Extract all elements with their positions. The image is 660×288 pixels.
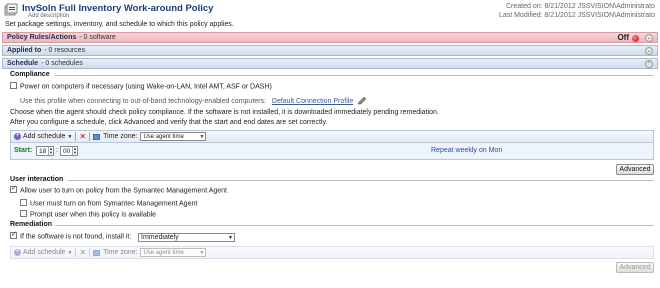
oob-label: Use this profile when connecting to out-… [20,97,266,105]
expand-icon[interactable]: ⌄ [645,47,653,55]
time-colon: : [56,147,58,154]
compliance-info-2: After you configure a schedule, click Ad… [10,119,328,126]
toolbar-separator [75,248,77,257]
remediation-add-schedule-button[interactable]: + Add schedule ▼ [14,249,72,256]
oob-row: Use this profile when connecting to out-… [20,96,367,105]
remediation-heading: Remediation [10,221,53,228]
status-off-icon[interactable] [632,35,639,42]
policy-rules-bar[interactable]: Policy Rules/Actions - 0 software Off ⌄ [2,32,658,43]
time-zone-icon [93,133,101,140]
remediation-advanced-button[interactable]: Advanced [616,262,654,273]
remediation-time-zone-select[interactable]: Use agent time ▼ [140,248,207,257]
policy-icon [4,3,18,16]
user-must-checkbox[interactable] [20,199,27,206]
dropdown-arrow-icon: ▼ [199,133,205,140]
schedule-bar[interactable]: Schedule - 0 schedules ⌃ [2,58,658,69]
toolbar-separator [89,132,91,141]
remediation-toolbar: + Add schedule ▼ ✕ Time zone: Use agent … [10,246,654,259]
collapse-icon[interactable]: ⌃ [645,60,653,68]
spinner-arrows-icon[interactable]: ▲ ▼ [72,147,77,155]
schedule-toolbar: + Add schedule ▼ ✕ Time zone: Use agent … [10,130,654,143]
expand-icon[interactable]: ⌄ [645,34,653,42]
delete-schedule-icon[interactable]: ✕ [79,248,86,257]
prompt-user-row: Prompt user when this policy is availabl… [20,210,157,219]
allow-user-checkbox[interactable] [10,184,17,193]
applied-to-bar[interactable]: Applied to - 0 resources ⌄ [2,45,658,56]
repeat-summary-link[interactable]: Repeat weekly on Mon [431,147,502,154]
user-must-label: User must turn on from Symantec Manageme… [30,200,198,208]
time-zone-value: Use agent time [143,133,184,140]
install-checkbox[interactable] [10,230,17,239]
time-zone-select[interactable]: Use agent time ▼ [140,132,207,141]
advanced-button[interactable]: Advanced [616,164,654,175]
add-description-link[interactable]: Add description [28,13,69,19]
time-zone-label: Time zone: [103,133,138,140]
section-divider [55,225,654,226]
policy-rules-count: - 0 software [79,34,116,41]
dropdown-arrow-icon: ▼ [199,249,205,256]
dropdown-arrow-icon: ▼ [228,234,233,241]
remediation-time-zone-label: Time zone: [103,249,138,256]
spinner-arrows-icon[interactable]: ▲ ▼ [48,147,53,155]
dropdown-arrow-icon: ▼ [67,249,73,256]
compliance-heading: Compliance [10,71,50,78]
applied-to-label: Applied to [7,47,42,54]
add-icon: + [14,133,21,140]
start-hour-spinner[interactable]: 18 ▲ ▼ [36,146,54,156]
applied-to-count: - 0 resources [44,47,86,54]
install-timing-value: Immediately [141,234,179,241]
start-label: Start: [14,147,33,154]
user-must-row: User must turn on from Symantec Manageme… [20,199,198,208]
policy-rules-label: Policy Rules/Actions [7,34,77,41]
time-zone-icon [93,249,101,256]
default-connection-profile-link[interactable]: Default Connection Profile [272,98,353,105]
edit-pencil-icon[interactable] [357,96,367,105]
power-on-row: Power on computers if necessary (using W… [10,82,272,91]
delete-schedule-icon[interactable]: ✕ [79,132,86,141]
section-divider [68,180,654,181]
schedule-count: - 0 schedules [41,60,83,67]
schedule-row[interactable]: Start: 18 ▲ ▼ : 00 ▲ ▼ Repeat weekly on Mo… [10,143,654,160]
add-icon: + [14,249,21,256]
toolbar-separator [75,132,77,141]
install-timing-select[interactable]: Immediately ▼ [138,233,235,242]
add-schedule-button[interactable]: + Add schedule ▼ [14,133,72,140]
start-minute-value: 00 [63,147,71,155]
start-hour-value: 18 [39,147,47,155]
help-text: Set package settings, inventory, and sch… [5,21,234,28]
power-on-label: Power on computers if necessary (using W… [20,83,272,91]
start-minute-spinner[interactable]: 00 ▲ ▼ [60,146,78,156]
section-divider [55,75,654,76]
created-on: Created on: 8/21/2012 JSSVISION\Administ… [505,3,655,10]
toolbar-separator [89,248,91,257]
prompt-user-label: Prompt user when this policy is availabl… [30,211,157,219]
prompt-user-checkbox[interactable] [20,210,27,217]
add-schedule-label: Add schedule [23,133,66,140]
remediation-time-zone-value: Use agent time [143,249,184,256]
compliance-info-1: Choose when the agent should check polic… [10,109,439,116]
policy-status-label[interactable]: Off [617,33,629,42]
install-label: If the software is not found, install it… [20,233,132,241]
allow-user-label: Allow user to turn on policy from the Sy… [20,187,227,195]
schedule-label: Schedule [7,60,39,67]
remediation-add-schedule-label: Add schedule [23,249,66,256]
dropdown-arrow-icon: ▼ [67,133,73,140]
last-modified: Last Modified: 8/21/2012 JSSVISION\Admin… [498,12,655,19]
allow-user-row: Allow user to turn on policy from the Sy… [10,184,227,195]
install-row: If the software is not found, install it… [10,230,132,241]
power-on-checkbox[interactable] [10,82,17,89]
user-interaction-heading: User interaction [10,176,64,183]
